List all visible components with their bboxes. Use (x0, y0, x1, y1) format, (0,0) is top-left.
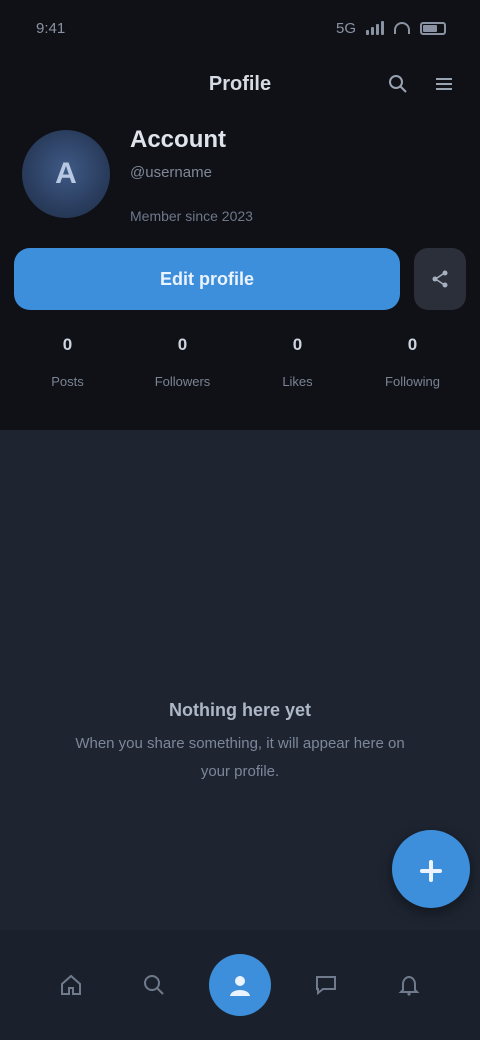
search-icon (144, 975, 164, 995)
header-actions (384, 70, 458, 98)
battery-icon (420, 21, 446, 35)
profile-summary: A Account @username Member since 2023 (22, 124, 462, 234)
signal-icon (366, 21, 384, 35)
avatar[interactable]: A (22, 130, 110, 218)
bell-icon (398, 975, 419, 996)
profile-actions: Edit profile (14, 248, 466, 312)
empty-state-text: When you share something, it will appear… (75, 735, 405, 780)
nav-profile[interactable] (208, 954, 271, 1016)
stat-value: 0 (292, 335, 303, 354)
nav-home[interactable] (43, 957, 99, 1013)
stat-label: Following (385, 374, 440, 389)
chat-icon (315, 976, 336, 996)
create-post-button[interactable] (392, 830, 470, 908)
stat-likes[interactable]: 0 Likes (240, 332, 355, 418)
share-button[interactable] (414, 248, 466, 310)
avatar-initial: A (55, 157, 77, 190)
profile-handle: @username (130, 164, 212, 181)
edit-profile-button[interactable]: Edit profile (14, 248, 400, 310)
search-icon[interactable] (384, 70, 412, 98)
status-time: 9:41 (36, 19, 66, 37)
status-right: 5G (336, 20, 446, 37)
menu-icon[interactable] (430, 70, 458, 98)
network-type: 5G (335, 19, 356, 37)
user-icon (229, 976, 250, 996)
nav-messages[interactable] (298, 957, 354, 1013)
stat-posts[interactable]: 0 Posts (10, 332, 125, 418)
plus-icon (420, 860, 442, 883)
home-icon (61, 974, 82, 995)
stat-following[interactable]: 0 Following (355, 332, 470, 418)
app-header: Profile (0, 56, 480, 112)
stat-value: 0 (407, 335, 418, 354)
stat-value: 0 (62, 335, 73, 354)
status-left: 9:41 (36, 20, 65, 37)
wifi-icon (394, 22, 410, 34)
page-title: Profile (208, 72, 272, 95)
empty-state-title: Nothing here yet (168, 700, 311, 720)
stat-label: Posts (51, 374, 84, 389)
stat-label: Likes (282, 374, 313, 389)
profile-meta: Member since 2023 (130, 208, 253, 224)
nav-search[interactable] (126, 957, 182, 1013)
stat-label: Followers (154, 374, 211, 389)
profile-stats: 0 Posts 0 Followers 0 Likes 0 Following (10, 332, 470, 418)
stat-followers[interactable]: 0 Followers (125, 332, 240, 418)
status-bar: 9:41 5G (0, 0, 480, 56)
phone-screen: 9:41 5G Profile A Account @username Memb… (0, 0, 480, 1040)
share-icon (432, 270, 448, 288)
nav-notifications[interactable] (381, 957, 437, 1013)
profile-name: Account (130, 126, 226, 153)
stat-value: 0 (177, 335, 188, 354)
bottom-navigation (0, 930, 480, 1040)
